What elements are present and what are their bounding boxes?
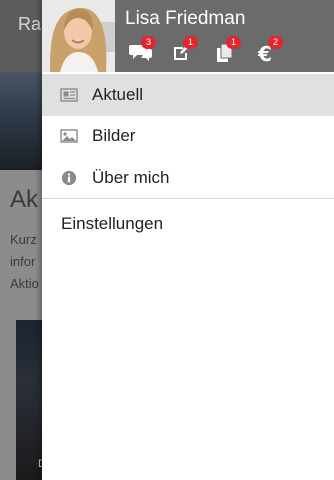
finance-badge: 2 <box>268 36 283 49</box>
background-text-line: infor <box>10 254 36 269</box>
background-title: Ra <box>18 14 42 34</box>
menu-item-ueber-mich[interactable]: Über mich <box>42 157 334 199</box>
user-name: Lisa Friedman <box>125 8 246 29</box>
edit-badge: 1 <box>183 36 198 49</box>
newspaper-icon <box>60 88 78 102</box>
info-icon <box>61 170 77 186</box>
avatar[interactable] <box>42 0 115 72</box>
documents-badge: 1 <box>226 36 241 49</box>
background-text-line: Kurz <box>10 232 37 247</box>
documents-button[interactable]: 1 <box>212 36 242 66</box>
menu-item-aktuell[interactable]: Aktuell <box>42 74 334 116</box>
navigation-drawer: Lisa Friedman 3 1 1 € 2 Aktuell Bilder Ü… <box>42 0 334 480</box>
image-icon <box>60 129 78 143</box>
messages-button[interactable]: 3 <box>127 36 157 66</box>
background-heading: Ak <box>10 186 39 213</box>
finance-button[interactable]: € 2 <box>254 36 284 66</box>
edit-button[interactable]: 1 <box>169 36 199 66</box>
drawer-header: Lisa Friedman 3 1 1 € 2 <box>42 0 334 72</box>
menu-label-ueber-mich: Über mich <box>92 168 170 187</box>
profile-photo <box>42 0 115 72</box>
menu-item-bilder[interactable]: Bilder <box>42 115 334 157</box>
menu-label-aktuell: Aktuell <box>92 85 144 104</box>
menu-divider <box>42 198 334 199</box>
background-text-line: Aktio <box>10 276 39 291</box>
messages-badge: 3 <box>141 36 156 49</box>
menu-label-bilder: Bilder <box>92 126 136 145</box>
settings-link[interactable]: Einstellungen <box>61 214 163 234</box>
